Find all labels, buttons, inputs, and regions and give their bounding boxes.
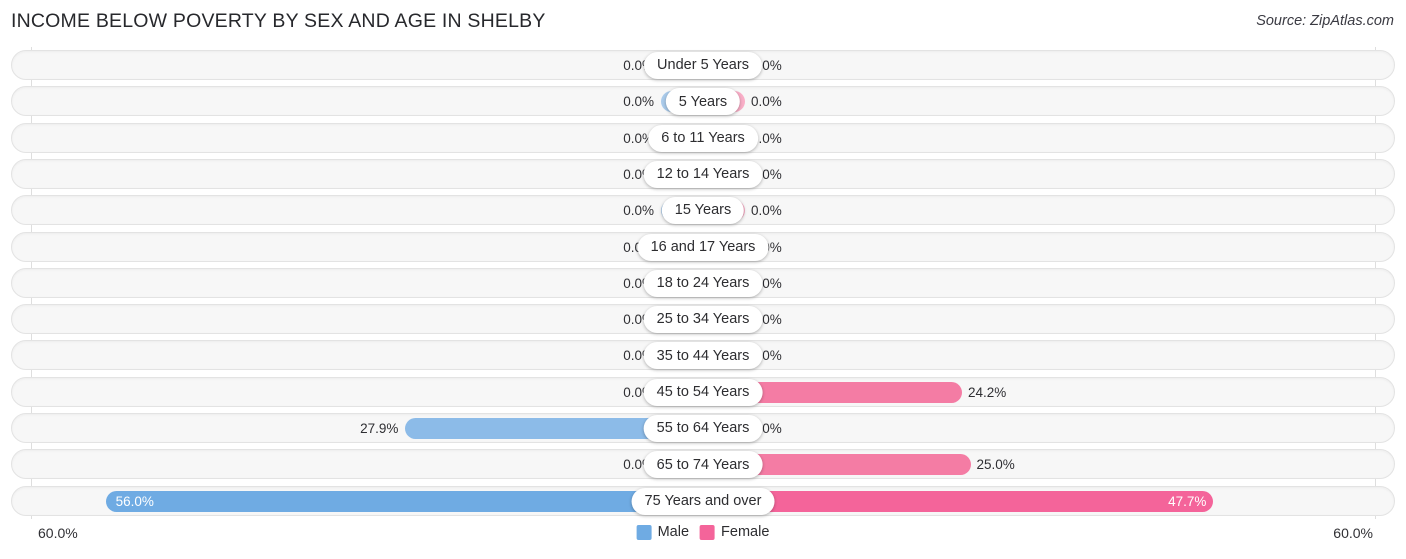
category-label: 65 to 74 Years <box>656 456 750 473</box>
chart-row[interactable]: 0.0% 0.0% 6 to 11 Years <box>11 122 1395 153</box>
value-label-male: 27.9% <box>360 421 399 436</box>
category-label: 12 to 14 Years <box>656 166 750 183</box>
value-label-female: 25.0% <box>976 457 1015 473</box>
category-label: 75 Years and over <box>644 492 762 509</box>
legend-item-female[interactable]: Female <box>700 524 769 540</box>
chart-footer: 60.0% 60.0% Male Female <box>0 519 1406 559</box>
category-label: 55 to 64 Years <box>656 420 750 437</box>
category-label: 15 Years <box>674 202 732 219</box>
source-attribution: Source: ZipAtlas.com <box>1256 13 1394 29</box>
bar-male <box>105 490 703 512</box>
category-label: 35 to 44 Years <box>656 347 750 364</box>
chart-row[interactable]: 0.0% 0.0% 15 Years <box>11 195 1395 226</box>
category-pill[interactable]: 5 Years <box>665 88 741 116</box>
axis-label-right: 60.0% <box>1333 525 1373 541</box>
legend-item-male[interactable]: Male <box>636 524 690 540</box>
category-pill[interactable]: 35 to 44 Years <box>643 342 763 370</box>
category-label: Under 5 Years <box>657 57 749 74</box>
category-pill[interactable]: Under 5 Years <box>644 52 762 79</box>
chart-row[interactable]: 0.0% 24.2% 45 to 54 Years <box>11 376 1395 407</box>
legend-label-male: Male <box>657 524 690 540</box>
legend-swatch-male-icon <box>636 524 652 540</box>
chart-container: INCOME BELOW POVERTY BY SEX AND AGE IN S… <box>0 0 1406 559</box>
chart-header: INCOME BELOW POVERTY BY SEX AND AGE IN S… <box>0 0 1406 44</box>
category-pill[interactable]: 12 to 14 Years <box>643 160 763 188</box>
chart-row[interactable]: 0.0% 0.0% 25 to 34 Years <box>11 304 1395 335</box>
category-pill[interactable]: 18 to 24 Years <box>643 269 763 297</box>
category-label: 45 to 54 Years <box>656 383 750 400</box>
chart-row[interactable]: 56.0% 47.7% 75 Years and over <box>11 485 1395 516</box>
chart-row[interactable]: 0.0% 0.0% 35 to 44 Years <box>11 340 1395 371</box>
category-pill[interactable]: 16 and 17 Years <box>637 233 769 261</box>
legend-label-female: Female <box>721 524 770 540</box>
axis-label-left: 60.0% <box>38 525 78 541</box>
value-label-female: 24.2% <box>967 384 1007 400</box>
chart-row[interactable]: 27.9% 0.0% 55 to 64 Years <box>11 413 1395 443</box>
chart-row[interactable]: 0.0% 0.0% Under 5 Years <box>11 50 1395 80</box>
chart-row[interactable]: 0.0%0.0%16 and 17 Years <box>11 231 1395 262</box>
category-label: 16 and 17 Years <box>650 238 756 255</box>
legend-swatch-female-icon <box>700 524 716 540</box>
category-pill[interactable]: 65 to 74 Years <box>643 451 763 479</box>
category-pill[interactable]: 55 to 64 Years <box>643 415 763 442</box>
chart-row[interactable]: 0.0% 25.0% 65 to 74 Years <box>11 449 1395 480</box>
chart-row[interactable]: 0.0% 0.0% 18 to 24 Years <box>11 267 1395 298</box>
category-label: 5 Years <box>678 93 728 110</box>
chart-row[interactable]: 0.0% 0.0% 5 Years <box>11 86 1395 117</box>
value-label-male: 56.0% <box>115 493 154 509</box>
value-label-female: 0.0% <box>751 94 782 110</box>
value-label-male: 0.0% <box>623 94 654 110</box>
plot-area: 0.0% 0.0% Under 5 Years 0.0% 0.0% 5 Years 0.0%… <box>0 47 1406 519</box>
chart-row[interactable]: 0.0% 0.0% 12 to 14 Years <box>11 158 1395 189</box>
page-title: INCOME BELOW POVERTY BY SEX AND AGE IN S… <box>11 10 546 32</box>
bar-female <box>703 490 1214 512</box>
value-label-male: 0.0% <box>623 203 654 219</box>
legend: Male Female <box>636 524 769 540</box>
category-pill[interactable]: 15 Years <box>661 197 745 225</box>
value-label-female: 47.7% <box>1168 493 1207 509</box>
category-label: 6 to 11 Years <box>661 129 745 146</box>
value-label-female: 0.0% <box>751 203 782 219</box>
category-pill[interactable]: 75 Years and over <box>631 487 775 515</box>
category-label: 25 to 34 Years <box>656 311 750 328</box>
category-label: 18 to 24 Years <box>656 275 750 292</box>
category-pill[interactable]: 25 to 34 Years <box>643 306 763 334</box>
category-pill[interactable]: 45 to 54 Years <box>643 378 763 406</box>
category-pill[interactable]: 6 to 11 Years <box>648 124 758 152</box>
